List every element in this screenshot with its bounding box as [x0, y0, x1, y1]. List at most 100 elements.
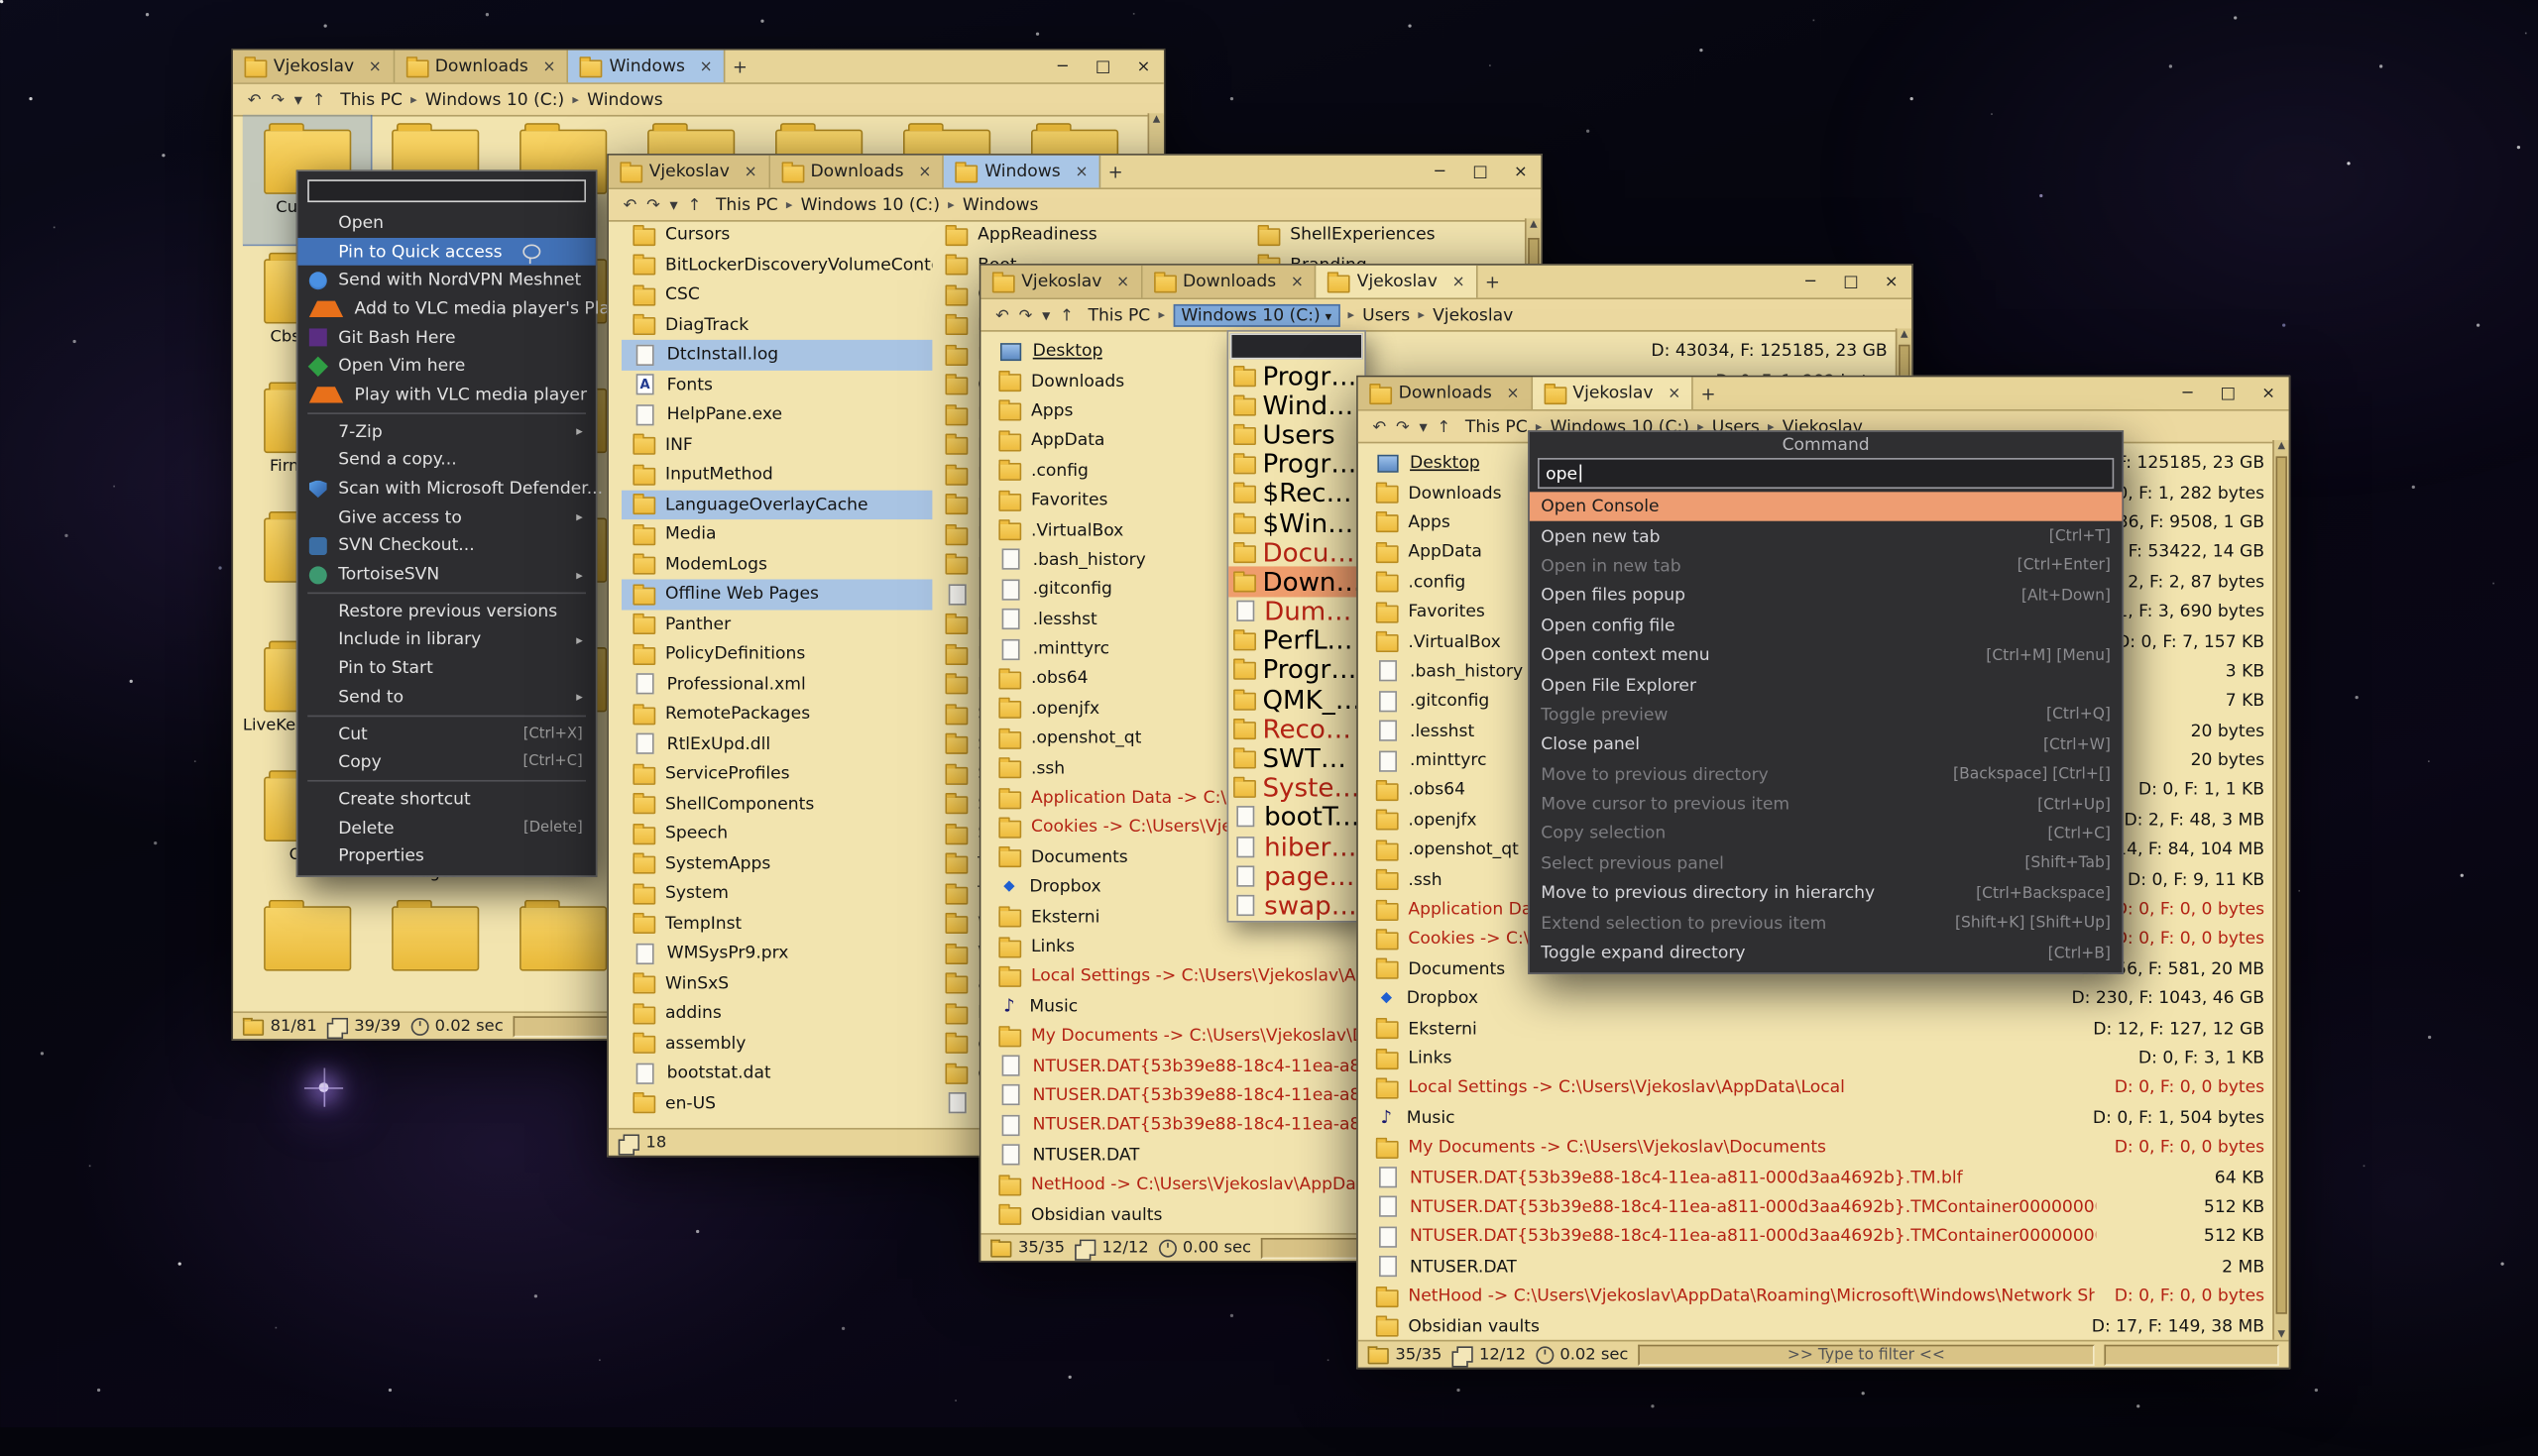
file-row-fonts[interactable]: AFonts — [622, 370, 932, 399]
rename-input[interactable] — [307, 179, 586, 202]
tab-downloads[interactable]: Downloads× — [1142, 266, 1317, 298]
nav-icon-item[interactable]: ↑ — [683, 196, 706, 214]
palette-item-move-to-previous-directory-in-hi[interactable]: Move to previous directory in hierarchy[… — [1530, 879, 2123, 909]
nav-icon-item[interactable]: ↶ — [1368, 418, 1391, 436]
tab-close-icon[interactable]: × — [1668, 385, 1680, 402]
file-row-languageoverlaycache[interactable]: LanguageOverlayCache — [622, 490, 932, 519]
tab-downloads[interactable]: Downloads× — [1358, 377, 1533, 409]
file-row-helppane-exe[interactable]: HelpPane.exe — [622, 399, 932, 429]
dropdown-item-downloads[interactable]: Downloads — [1228, 567, 1364, 597]
close-button[interactable]: × — [1500, 156, 1541, 188]
menu-item-send-a-copy[interactable]: Send a copy... — [297, 446, 595, 475]
file-row-remotepackages[interactable]: RemotePackages — [622, 699, 932, 728]
breadcrumb-segment-windows-10-c[interactable]: Windows 10 (C:) — [801, 195, 940, 215]
scroll-up-icon[interactable]: ▲ — [1527, 218, 1542, 231]
file-row-en-us[interactable]: en-US — [622, 1088, 932, 1118]
maximize-button[interactable]: □ — [2208, 377, 2249, 409]
tab-close-icon[interactable]: × — [918, 163, 931, 180]
maximize-button[interactable]: □ — [1831, 266, 1872, 298]
scroll-up-icon[interactable]: ▲ — [1897, 328, 1911, 341]
file-row-ntuser-dat-53b39e88-18c4-11ea-a8[interactable]: NTUSER.DAT{53b39e88-18c4-11ea-a811-000d3… — [1364, 1222, 2272, 1252]
menu-item-send-to[interactable]: Send to▸ — [297, 683, 595, 712]
menu-item-play-with-vlc-media-player[interactable]: Play with VLC media player — [297, 381, 595, 409]
tab-windows[interactable]: Windows× — [569, 51, 726, 83]
menu-item-tortoisesvn[interactable]: TortoiseSVN▸ — [297, 560, 595, 589]
menu-item-pin-to-start[interactable]: Pin to Start — [297, 654, 595, 683]
dropdown-item-programdata[interactable]: ProgramData — [1228, 655, 1364, 685]
tab-vjekoslav[interactable]: Vjekoslav× — [609, 156, 770, 188]
breadcrumb-segment-vjekoslav[interactable]: Vjekoslav — [1433, 305, 1513, 325]
file-row-assembly[interactable]: assembly — [622, 1029, 932, 1059]
dropdown-item-pagefile-sys[interactable]: pagefile.sys — [1228, 861, 1364, 891]
file-row-modemlogs[interactable]: ModemLogs — [622, 549, 932, 579]
tab-vjekoslav[interactable]: Vjekoslav× — [1533, 377, 1694, 409]
nav-icon-item[interactable]: ↶ — [990, 306, 1013, 324]
dropdown-item-documents-and-settings[interactable]: Documents and Settings — [1228, 537, 1364, 567]
breadcrumb-segment-this-pc[interactable]: This PC — [340, 90, 403, 110]
tab-vjekoslav[interactable]: Vjekoslav× — [1317, 266, 1478, 298]
file-row-my-documents-c-users-vjekoslav-d[interactable]: My Documents -> C:\Users\Vjekoslav\Docum… — [1364, 1133, 2272, 1163]
breadcrumb-segment-this-pc[interactable]: This PC — [1088, 305, 1150, 325]
minimize-button[interactable]: ─ — [1420, 156, 1460, 188]
close-button[interactable]: × — [2249, 377, 2289, 409]
file-row-offline-web-pages[interactable]: Offline Web Pages — [622, 579, 932, 609]
palette-item-open-console[interactable]: Open Console — [1530, 492, 2123, 521]
tab-windows[interactable]: Windows× — [944, 156, 1100, 188]
palette-item-open-new-tab[interactable]: Open new tab[Ctrl+T] — [1530, 521, 2123, 551]
tab-downloads[interactable]: Downloads× — [395, 51, 569, 83]
tab-close-icon[interactable]: × — [1075, 163, 1088, 180]
dropdown-item-winreagent[interactable]: $WinREAgent — [1228, 508, 1364, 538]
menu-item-open-vim-here[interactable]: Open Vim here — [297, 352, 595, 381]
file-row-panther[interactable]: Panther — [622, 610, 932, 639]
grid-item[interactable] — [243, 892, 371, 1013]
tab-close-icon[interactable]: × — [543, 57, 556, 75]
maximize-button[interactable]: □ — [1083, 51, 1123, 83]
nav-icon-item[interactable]: ↑ — [307, 91, 330, 109]
breadcrumb-segment-windows[interactable]: Windows — [963, 195, 1039, 215]
file-row-addins[interactable]: addins — [622, 998, 932, 1028]
nav-icon-item[interactable]: ↑ — [1433, 418, 1455, 436]
grid-item[interactable] — [371, 892, 499, 1013]
file-row-nethood-c-users-vjekoslav-appdat[interactable]: NetHood -> C:\Users\Vjekoslav\AppData\Ro… — [1364, 1282, 2272, 1311]
file-row-csc[interactable]: CSC — [622, 280, 932, 309]
file-row-obsidian-vaults[interactable]: Obsidian vaultsD: 17, F: 149, 38 MB — [1364, 1311, 2272, 1341]
palette-item-open-files-popup[interactable]: Open files popup[Alt+Down] — [1530, 581, 2123, 611]
file-row-dropbox[interactable]: ◆DropboxD: 230, F: 1043, 46 GB — [1364, 984, 2272, 1014]
minimize-button[interactable]: ─ — [1790, 266, 1831, 298]
nav-icon-item[interactable]: ↷ — [1391, 418, 1414, 436]
dropdown-item-qmk-msys[interactable]: QMK_MSYS — [1228, 685, 1364, 715]
menu-item-restore-previous-versions[interactable]: Restore previous versions — [297, 597, 595, 625]
tab-vjekoslav[interactable]: Vjekoslav× — [981, 266, 1142, 298]
dropdown-item-swtools[interactable]: SWTOOLS — [1228, 743, 1364, 773]
file-row-appreadiness[interactable]: AppReadiness — [934, 220, 1244, 250]
palette-item-toggle-expand-directory[interactable]: Toggle expand directory[Ctrl+B] — [1530, 939, 2123, 968]
menu-item-git-bash-here[interactable]: Git Bash Here — [297, 323, 595, 352]
palette-item-toggle-preview[interactable]: Toggle preview[Ctrl+Q] — [1530, 701, 2123, 730]
file-row-ntuser-dat-53b39e88-18c4-11ea-a8[interactable]: NTUSER.DAT{53b39e88-18c4-11ea-a811-000d3… — [1364, 1163, 2272, 1192]
menu-item-cut[interactable]: Cut[Ctrl+X] — [297, 720, 595, 748]
palette-item-move-cursor-to-previous-item[interactable]: Move cursor to previous item[Ctrl+Up] — [1530, 790, 2123, 820]
palette-item-open-file-explorer[interactable]: Open File Explorer — [1530, 670, 2123, 700]
close-button[interactable]: × — [1871, 266, 1911, 298]
file-row-tempinst[interactable]: TempInst — [622, 909, 932, 939]
nav-icon-item[interactable]: ▾ — [1415, 418, 1433, 436]
dropdown-item-windows[interactable]: Windows — [1228, 391, 1364, 420]
close-button[interactable]: × — [1123, 51, 1164, 83]
dropdown-item-system-volume-information[interactable]: System Volume Information — [1228, 773, 1364, 803]
file-row-links[interactable]: LinksD: 0, F: 3, 1 KB — [1364, 1044, 2272, 1073]
file-row-bootstat-dat[interactable]: bootstat.dat — [622, 1059, 932, 1088]
minimize-button[interactable]: ─ — [2167, 377, 2208, 409]
dropdown-item-program-files[interactable]: Program Files — [1228, 361, 1364, 391]
palette-item-select-previous-panel[interactable]: Select previous panel[Shift+Tab] — [1530, 849, 2123, 879]
palette-item-open-context-menu[interactable]: Open context menu[Ctrl+M] [Menu] — [1530, 640, 2123, 670]
menu-item-open[interactable]: Open — [297, 209, 595, 238]
scroll-up-icon[interactable]: ▲ — [2274, 440, 2289, 453]
file-row-desktop[interactable]: DesktopD: 43034, F: 125185, 23 GB — [987, 337, 1896, 367]
file-row-ntuser-dat-53b39e88-18c4-11ea-a8[interactable]: NTUSER.DAT{53b39e88-18c4-11ea-a811-000d3… — [1364, 1192, 2272, 1222]
menu-item-include-in-library[interactable]: Include in library▸ — [297, 625, 595, 654]
file-row-winsxs[interactable]: WinSxS — [622, 968, 932, 998]
new-tab-button[interactable]: + — [1101, 156, 1130, 188]
menu-item-delete[interactable]: Delete[Delete] — [297, 814, 595, 842]
dropdown-item-swapfile-sys[interactable]: swapfile.sys — [1228, 891, 1364, 921]
dropdown-item-dumpstack-log-tmp[interactable]: DumpStack.log.tmp — [1228, 597, 1364, 626]
